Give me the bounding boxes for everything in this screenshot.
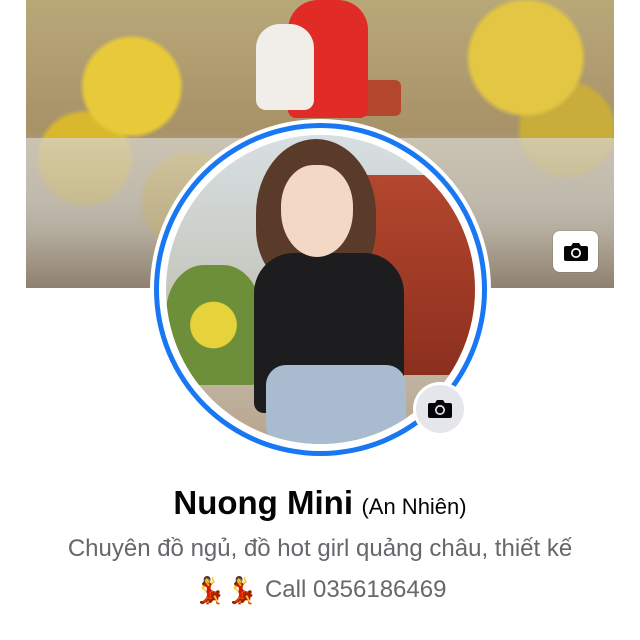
avatar-face [281,165,353,257]
profile-name: Nuong Mini [173,484,353,521]
profile-name-row: Nuong Mini (An Nhiên) [0,484,640,522]
edit-profile-picture-button[interactable] [416,385,464,433]
edit-cover-photo-button[interactable] [553,231,598,272]
avatar-flower-pot [166,265,261,385]
profile-contact: 💃💃 Call 0356186469 [0,575,640,606]
avatar-jeans [266,365,406,444]
cover-person-child [256,24,314,110]
profile-alternate-name: (An Nhiên) [361,494,467,519]
dancer-emoji: 💃💃 [193,575,259,605]
camera-icon [428,400,452,418]
camera-icon [563,242,588,261]
profile-contact-text: Call 0356186469 [264,576,447,603]
profile-bio: Chuyên đồ ngủ, đồ hot girl quảng châu, t… [67,535,573,562]
